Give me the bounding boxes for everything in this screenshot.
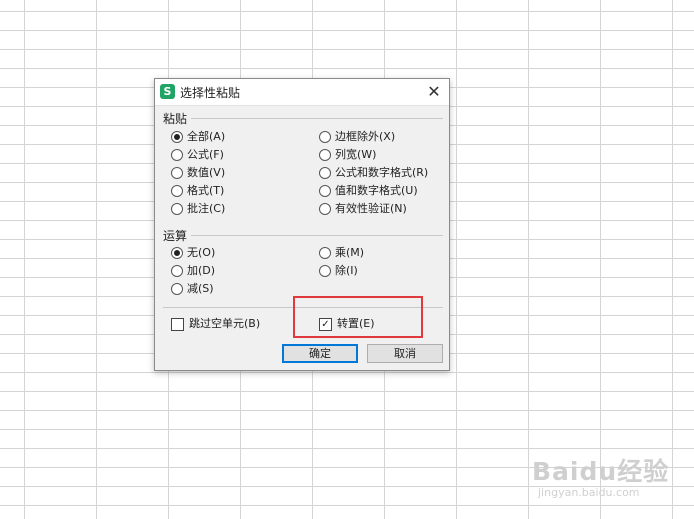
dialog-title: 选择性粘贴 (180, 86, 241, 100)
radio-paste-all[interactable]: 全部(A) (171, 130, 225, 144)
radio-indicator (319, 149, 331, 161)
options-divider (163, 307, 443, 308)
radio-paste-formats[interactable]: 格式(T) (171, 184, 224, 198)
cancel-button[interactable]: 取消 (367, 344, 443, 363)
radio-paste-all-except-borders[interactable]: 边框除外(X) (319, 130, 395, 144)
checkbox-indicator (171, 317, 184, 331)
radio-indicator (171, 167, 183, 179)
radio-indicator (171, 149, 183, 161)
close-icon: ✕ (427, 82, 441, 101)
radio-paste-formulas-number-formats[interactable]: 公式和数字格式(R) (319, 166, 428, 180)
ok-button[interactable]: 确定 (282, 344, 358, 363)
operation-section-label: 运算 (163, 229, 188, 243)
close-button[interactable]: ✕ (423, 81, 445, 103)
radio-operation-add[interactable]: 加(D) (171, 264, 215, 278)
dialog-titlebar: S 选择性粘贴 ✕ (155, 79, 449, 106)
radio-indicator (319, 185, 331, 197)
radio-indicator (171, 185, 183, 197)
radio-paste-values[interactable]: 数值(V) (171, 166, 225, 180)
radio-indicator (319, 167, 331, 179)
radio-indicator (319, 203, 331, 215)
radio-indicator (171, 283, 183, 295)
radio-indicator (319, 265, 331, 277)
baidu-watermark: Baidu经验 (532, 457, 670, 486)
radio-operation-multiply[interactable]: 乘(M) (319, 246, 364, 260)
radio-indicator (319, 131, 331, 143)
checkbox-transpose[interactable]: ✓ 转置(E) (319, 317, 375, 331)
paste-section-divider (191, 118, 443, 119)
radio-indicator (171, 203, 183, 215)
radio-indicator (171, 131, 183, 143)
radio-operation-subtract[interactable]: 减(S) (171, 282, 214, 296)
radio-paste-values-number-formats[interactable]: 值和数字格式(U) (319, 184, 418, 198)
radio-operation-none[interactable]: 无(O) (171, 246, 215, 260)
radio-indicator (171, 247, 183, 259)
radio-paste-validation[interactable]: 有效性验证(N) (319, 202, 407, 216)
baidu-watermark-url: jingyan.baidu.com (538, 486, 640, 499)
radio-paste-formulas[interactable]: 公式(F) (171, 148, 224, 162)
radio-operation-divide[interactable]: 除(I) (319, 264, 358, 278)
wps-app-icon: S (160, 84, 175, 99)
check-icon: ✓ (319, 317, 332, 331)
radio-indicator (171, 265, 183, 277)
checkbox-skip-blanks[interactable]: 跳过空单元(B) (171, 317, 260, 331)
paste-section-label: 粘贴 (163, 112, 188, 126)
radio-paste-column-widths[interactable]: 列宽(W) (319, 148, 376, 162)
radio-paste-comments[interactable]: 批注(C) (171, 202, 225, 216)
operation-section-divider (191, 235, 443, 236)
radio-indicator (319, 247, 331, 259)
paste-special-dialog: S 选择性粘贴 ✕ 粘贴 全部(A) 公式(F) 数值(V) 格式(T) 批注(… (154, 78, 450, 371)
